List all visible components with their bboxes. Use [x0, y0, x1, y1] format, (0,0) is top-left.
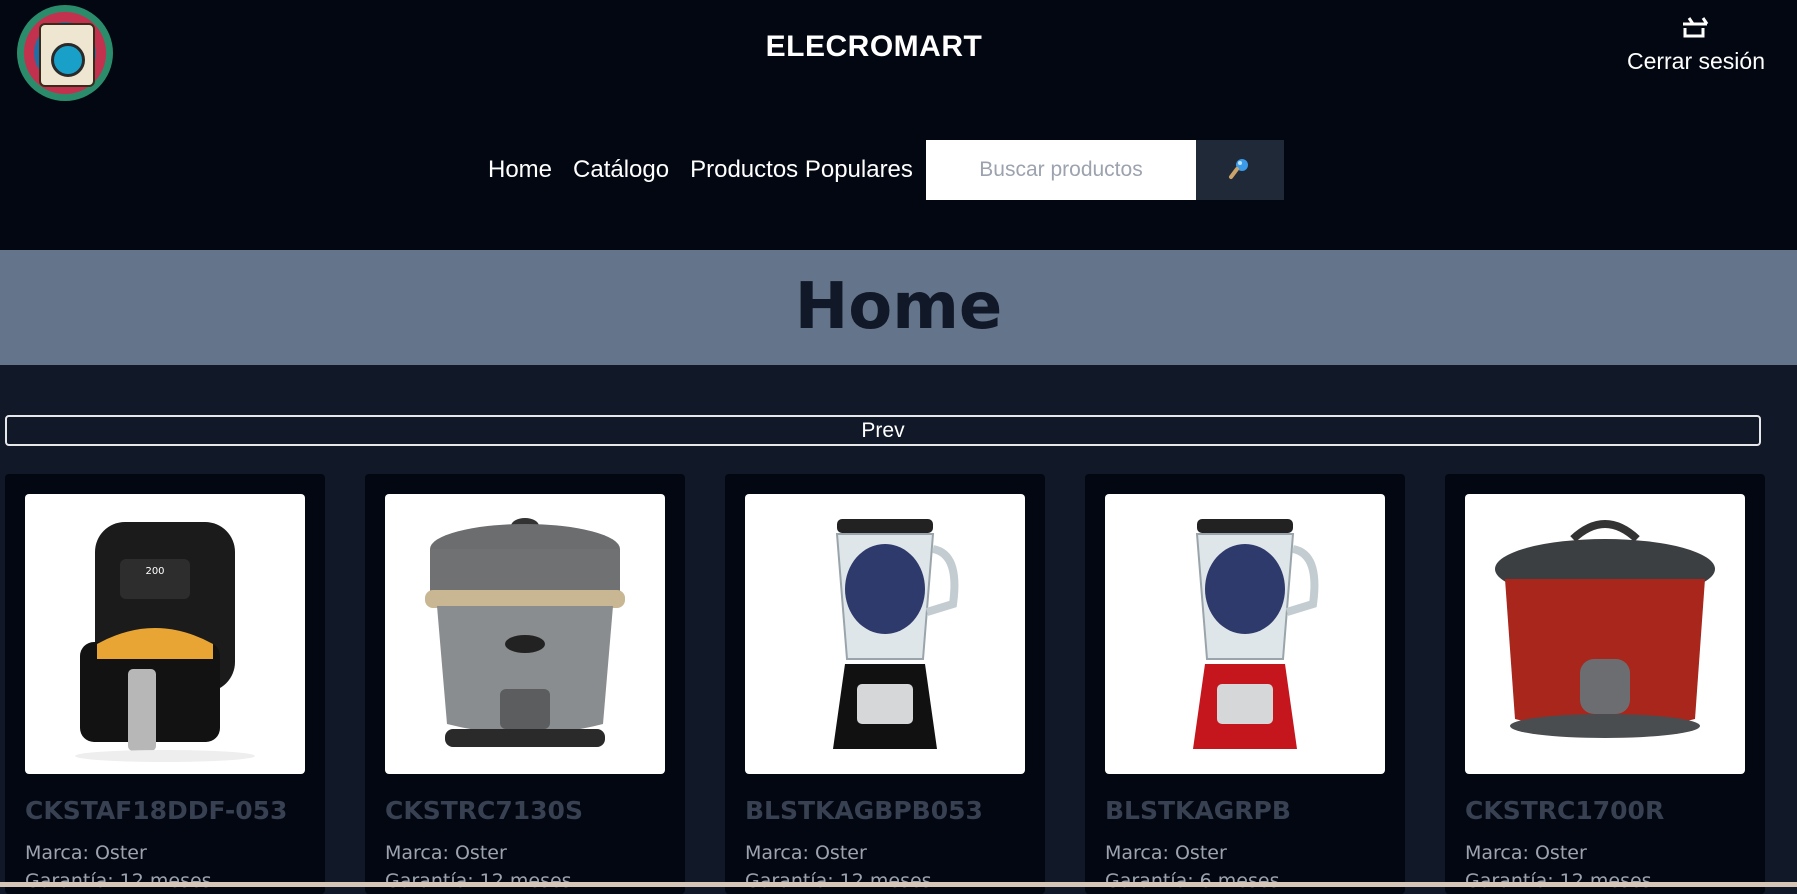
- main-nav: Home Catálogo Productos Populares: [488, 140, 913, 200]
- product-code: CKSTRC1700R: [1465, 796, 1665, 825]
- logout-button[interactable]: Cerrar sesión: [1627, 14, 1765, 75]
- product-code: BLSTKAGBPB053: [745, 796, 983, 825]
- logout-label: Cerrar sesión: [1626, 48, 1765, 74]
- top-header: ELECROMART Cerrar sesión Home Catálogo P…: [0, 0, 1797, 250]
- product-brand: Marca: Oster: [25, 842, 147, 864]
- product-image[interactable]: [745, 494, 1025, 774]
- search-input[interactable]: Buscar productos: [926, 140, 1196, 200]
- product-image[interactable]: [1105, 494, 1385, 774]
- search-bar: Buscar productos: [926, 140, 1284, 200]
- svg-text:200: 200: [145, 566, 164, 577]
- site-title: ELECROMART: [765, 30, 983, 63]
- product-code: CKSTRC7130S: [385, 796, 583, 825]
- product-image[interactable]: 200: [25, 494, 305, 774]
- product-warranty: Garantía: 12 meses: [385, 870, 572, 892]
- logout-icon: [1681, 14, 1711, 38]
- product-code: CKSTAF18DDF-053: [25, 796, 288, 825]
- search-button[interactable]: [1196, 140, 1284, 200]
- page-title: Home: [794, 270, 1003, 344]
- search-icon: [1228, 156, 1252, 184]
- product-brand: Marca: Oster: [1465, 842, 1587, 864]
- product-card[interactable]: BLSTKAGBPB053 Marca: Oster Garantía: 12 …: [725, 474, 1045, 894]
- nav-item-productos-populares[interactable]: Productos Populares: [690, 156, 913, 184]
- product-card[interactable]: CKSTRC7130S Marca: Oster Garantía: 12 me…: [365, 474, 685, 894]
- product-image[interactable]: [385, 494, 665, 774]
- product-warranty: Garantía: 6 meses: [1105, 870, 1280, 892]
- page-banner: Home: [0, 250, 1797, 365]
- product-warranty: Garantía: 12 meses: [745, 870, 932, 892]
- product-code: BLSTKAGRPB: [1105, 796, 1291, 825]
- nav-item-home[interactable]: Home: [488, 156, 552, 184]
- product-card[interactable]: CKSTRC1700R Marca: Oster Garantía: 12 me…: [1445, 474, 1765, 894]
- bottom-edge: [0, 882, 1797, 887]
- product-card[interactable]: BLSTKAGRPB Marca: Oster Garantía: 6 mese…: [1085, 474, 1405, 894]
- prev-button[interactable]: Prev: [5, 415, 1761, 446]
- product-brand: Marca: Oster: [1105, 842, 1227, 864]
- product-brand: Marca: Oster: [385, 842, 507, 864]
- product-image[interactable]: [1465, 494, 1745, 774]
- nav-item-catalogo[interactable]: Catálogo: [573, 156, 669, 184]
- product-brand: Marca: Oster: [745, 842, 867, 864]
- product-warranty: Garantía: 12 meses: [1465, 870, 1652, 892]
- product-card[interactable]: 200 CKSTAF18DDF-053 Marca: Oster Garantí…: [5, 474, 325, 894]
- product-warranty: Garantía: 12 meses: [25, 870, 212, 892]
